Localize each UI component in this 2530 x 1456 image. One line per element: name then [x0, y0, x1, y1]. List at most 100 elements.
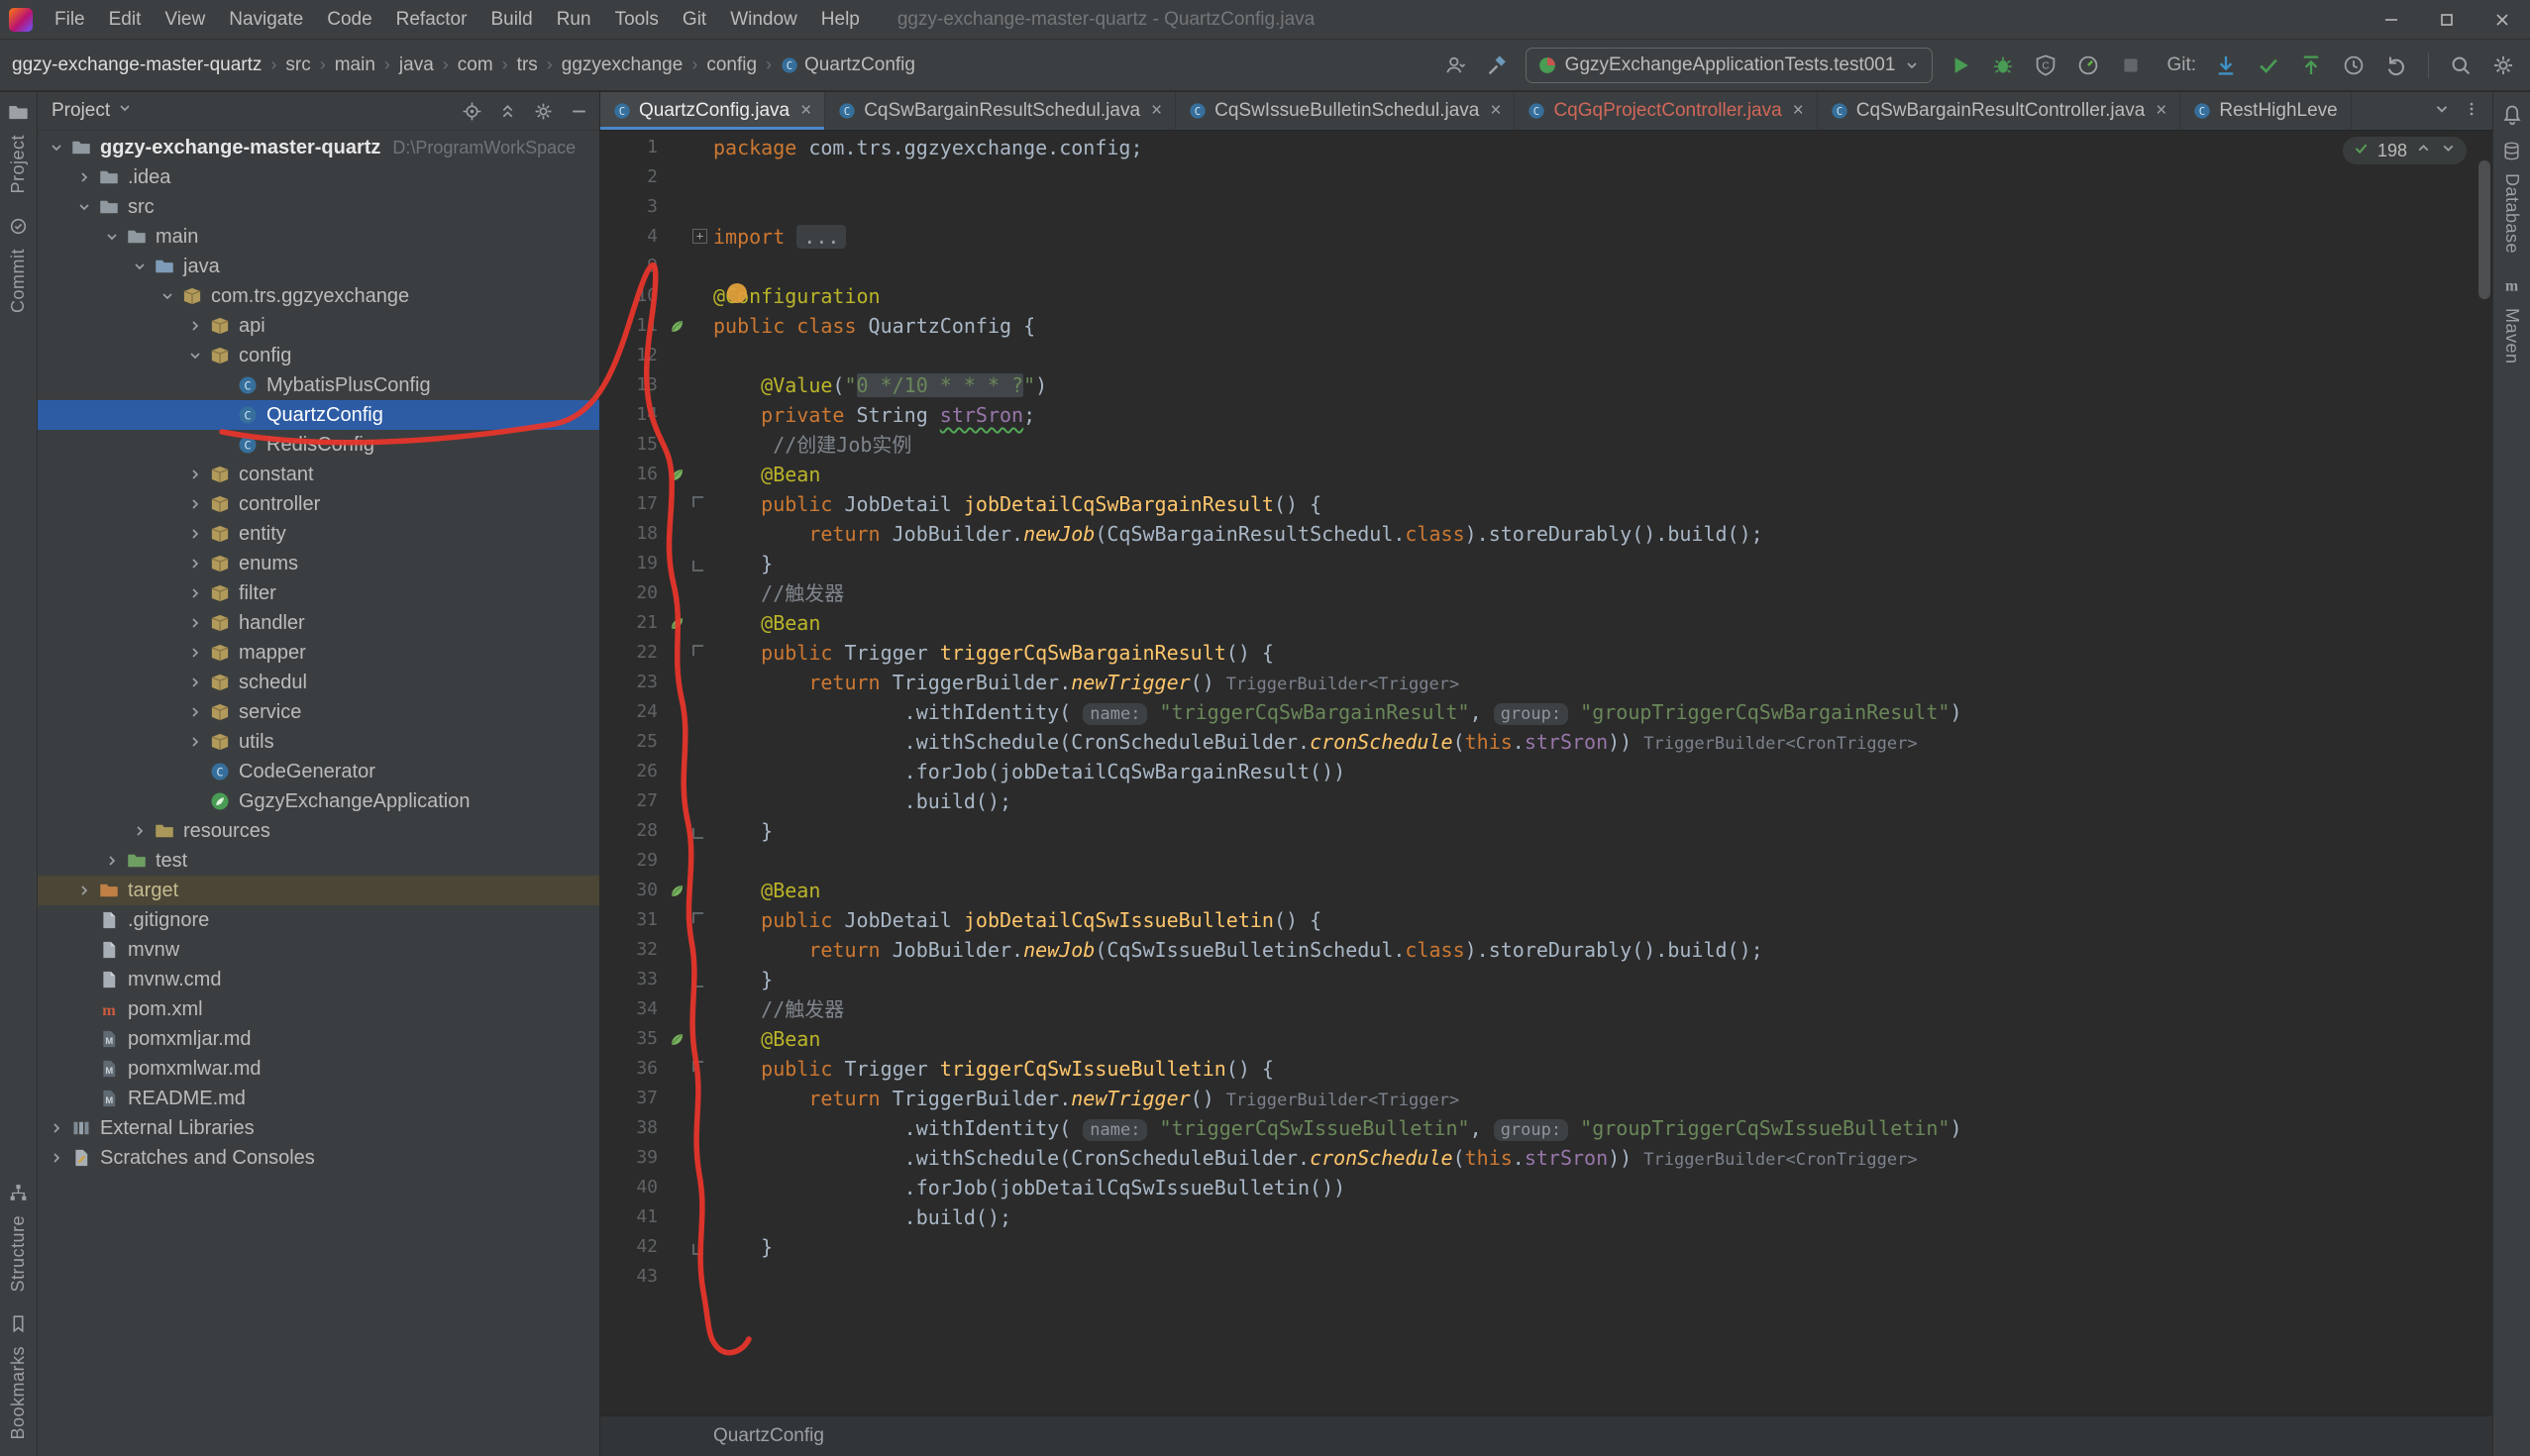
code-line-21[interactable]: 21 @Bean — [600, 608, 2492, 638]
panel-settings-button[interactable] — [533, 101, 554, 122]
tree-item-schedul[interactable]: schedul — [38, 668, 599, 697]
locate-file-button[interactable] — [462, 101, 482, 122]
code-line-37[interactable]: 37 return TriggerBuilder.newTrigger() Tr… — [600, 1084, 2492, 1113]
chevron-closed-icon[interactable] — [182, 496, 208, 512]
code-line-1[interactable]: 1package com.trs.ggzyexchange.config; — [600, 133, 2492, 162]
tool-stripe-bookmarks[interactable]: Bookmarks — [8, 1313, 29, 1440]
code-line-22[interactable]: 22 public Trigger triggerCqSwBargainResu… — [600, 638, 2492, 668]
chevron-closed-icon[interactable] — [182, 615, 208, 631]
code-line-40[interactable]: 40 .forJob(jobDetailCqSwIssueBulletin()) — [600, 1173, 2492, 1202]
minimize-icon[interactable] — [2364, 0, 2419, 39]
fold-marker[interactable] — [689, 638, 707, 668]
tool-stripe-commit[interactable]: Commit — [8, 216, 29, 313]
tree-item-mapper[interactable]: mapper — [38, 638, 599, 668]
chevron-closed-icon[interactable] — [99, 853, 125, 869]
code-line-12[interactable]: 12 — [600, 341, 2492, 370]
code-line-25[interactable]: 25 .withSchedule(CronScheduleBuilder.cro… — [600, 727, 2492, 757]
menu-code[interactable]: Code — [315, 0, 383, 40]
settings-gear-button[interactable] — [2488, 51, 2518, 80]
vcs-update-button[interactable] — [2211, 51, 2241, 80]
notifications-bell-icon[interactable] — [2501, 92, 2523, 131]
tree-item-filter[interactable]: filter — [38, 578, 599, 608]
chevron-closed-icon[interactable] — [182, 318, 208, 334]
profiler-button[interactable] — [2073, 51, 2103, 80]
tree-item-pomxmljar-md[interactable]: Mpomxmljar.md — [38, 1024, 599, 1054]
chevron-open-icon[interactable] — [127, 259, 153, 274]
code-line-15[interactable]: 15 //创建Job实例 — [600, 430, 2492, 460]
code-line-41[interactable]: 41 .build(); — [600, 1202, 2492, 1232]
build-hammer-button[interactable] — [1483, 51, 1513, 80]
editor-scrollbar-thumb[interactable] — [2478, 160, 2490, 299]
tree-item-src[interactable]: src — [38, 192, 599, 222]
maximize-icon[interactable] — [2419, 0, 2475, 39]
menu-window[interactable]: Window — [718, 0, 809, 40]
code-line-30[interactable]: 30 @Bean — [600, 876, 2492, 905]
code-line-31[interactable]: 31 public JobDetail jobDetailCqSwIssueBu… — [600, 905, 2492, 935]
chevron-closed-icon[interactable] — [182, 734, 208, 750]
menu-file[interactable]: File — [43, 0, 97, 40]
tree-item-pom-xml[interactable]: mpom.xml — [38, 994, 599, 1024]
code-line-9[interactable]: 9 — [600, 252, 2492, 281]
tab-cqswbargainresultschedul-java[interactable]: CCqSwBargainResultSchedul.java× — [825, 92, 1176, 130]
code-line-27[interactable]: 27 .build(); — [600, 786, 2492, 816]
chevron-closed-icon[interactable] — [44, 1120, 69, 1136]
tab-close-icon[interactable]: × — [2156, 100, 2166, 122]
chevron-open-icon[interactable] — [99, 229, 125, 245]
fold-marker[interactable] — [689, 549, 707, 578]
chevron-open-icon[interactable] — [71, 199, 97, 215]
tabs-dropdown-icon[interactable] — [2433, 100, 2451, 123]
close-icon[interactable] — [2475, 0, 2530, 39]
tool-stripe-structure[interactable]: Structure — [8, 1183, 29, 1293]
gutter-spring-bean-icon[interactable] — [664, 460, 689, 489]
tree-item-utils[interactable]: utils — [38, 727, 599, 757]
search-everywhere-button[interactable] — [2446, 51, 2476, 80]
breadcrumb-item-main[interactable]: main — [335, 54, 375, 76]
code-line-42[interactable]: 42 } — [600, 1232, 2492, 1262]
breadcrumb-item-com[interactable]: com — [458, 54, 493, 76]
tab-close-icon[interactable]: × — [1490, 100, 1501, 122]
tree-item-handler[interactable]: handler — [38, 608, 599, 638]
fold-marker[interactable] — [689, 489, 707, 519]
chevron-closed-icon[interactable] — [127, 823, 153, 839]
tab-close-icon[interactable]: × — [1151, 100, 1162, 122]
breadcrumb-item-src[interactable]: src — [285, 54, 310, 76]
code-line-3[interactable]: 3 — [600, 192, 2492, 222]
code-line-33[interactable]: 33 } — [600, 965, 2492, 994]
tool-stripe-maven[interactable]: mMaven — [2501, 275, 2522, 364]
breadcrumb-item-ggzy-exchange-master-quartz[interactable]: ggzy-exchange-master-quartz — [12, 54, 262, 76]
hide-panel-button[interactable] — [569, 101, 589, 122]
code-line-19[interactable]: 19 } — [600, 549, 2492, 578]
tree-item-external-libraries[interactable]: External Libraries — [38, 1113, 599, 1143]
chevron-closed-icon[interactable] — [182, 645, 208, 661]
tree-item-target[interactable]: target — [38, 876, 599, 905]
chevron-closed-icon[interactable] — [71, 883, 97, 898]
tree-item-config[interactable]: config — [38, 341, 599, 370]
code-line-28[interactable]: 28 } — [600, 816, 2492, 846]
code-line-26[interactable]: 26 .forJob(jobDetailCqSwBargainResult()) — [600, 757, 2492, 786]
tree-item-enums[interactable]: enums — [38, 549, 599, 578]
code-line-17[interactable]: 17 public JobDetail jobDetailCqSwBargain… — [600, 489, 2492, 519]
fold-marker[interactable] — [689, 1054, 707, 1084]
code-line-29[interactable]: 29 — [600, 846, 2492, 876]
tab-close-icon[interactable]: × — [800, 100, 811, 122]
gutter-spring-bean-icon[interactable] — [664, 608, 689, 638]
inspections-widget[interactable]: 198 — [2343, 137, 2467, 164]
chevron-closed-icon[interactable] — [182, 556, 208, 572]
tree-item-constant[interactable]: constant — [38, 460, 599, 489]
chevron-open-icon[interactable] — [155, 288, 180, 304]
tab-close-icon[interactable]: × — [1793, 100, 1804, 122]
fold-marker[interactable] — [689, 905, 707, 935]
tree-item-controller[interactable]: controller — [38, 489, 599, 519]
editor-breadcrumb-item[interactable]: QuartzConfig — [713, 1425, 824, 1447]
code-line-39[interactable]: 39 .withSchedule(CronScheduleBuilder.cro… — [600, 1143, 2492, 1173]
tree-item-mvnw[interactable]: mvnw — [38, 935, 599, 965]
tree-item-quartzconfig[interactable]: CQuartzConfig — [38, 400, 599, 430]
gutter-spring-bean-icon[interactable] — [664, 876, 689, 905]
code-line-34[interactable]: 34 //触发器 — [600, 994, 2492, 1024]
fold-marker[interactable] — [689, 965, 707, 994]
breadcrumb-item-trs[interactable]: trs — [517, 54, 538, 76]
run-config-select[interactable]: GgzyExchangeApplicationTests.test001 — [1526, 48, 1934, 83]
vcs-rollback-button[interactable] — [2381, 51, 2411, 80]
menu-refactor[interactable]: Refactor — [384, 0, 479, 40]
chevron-open-icon[interactable] — [182, 348, 208, 364]
